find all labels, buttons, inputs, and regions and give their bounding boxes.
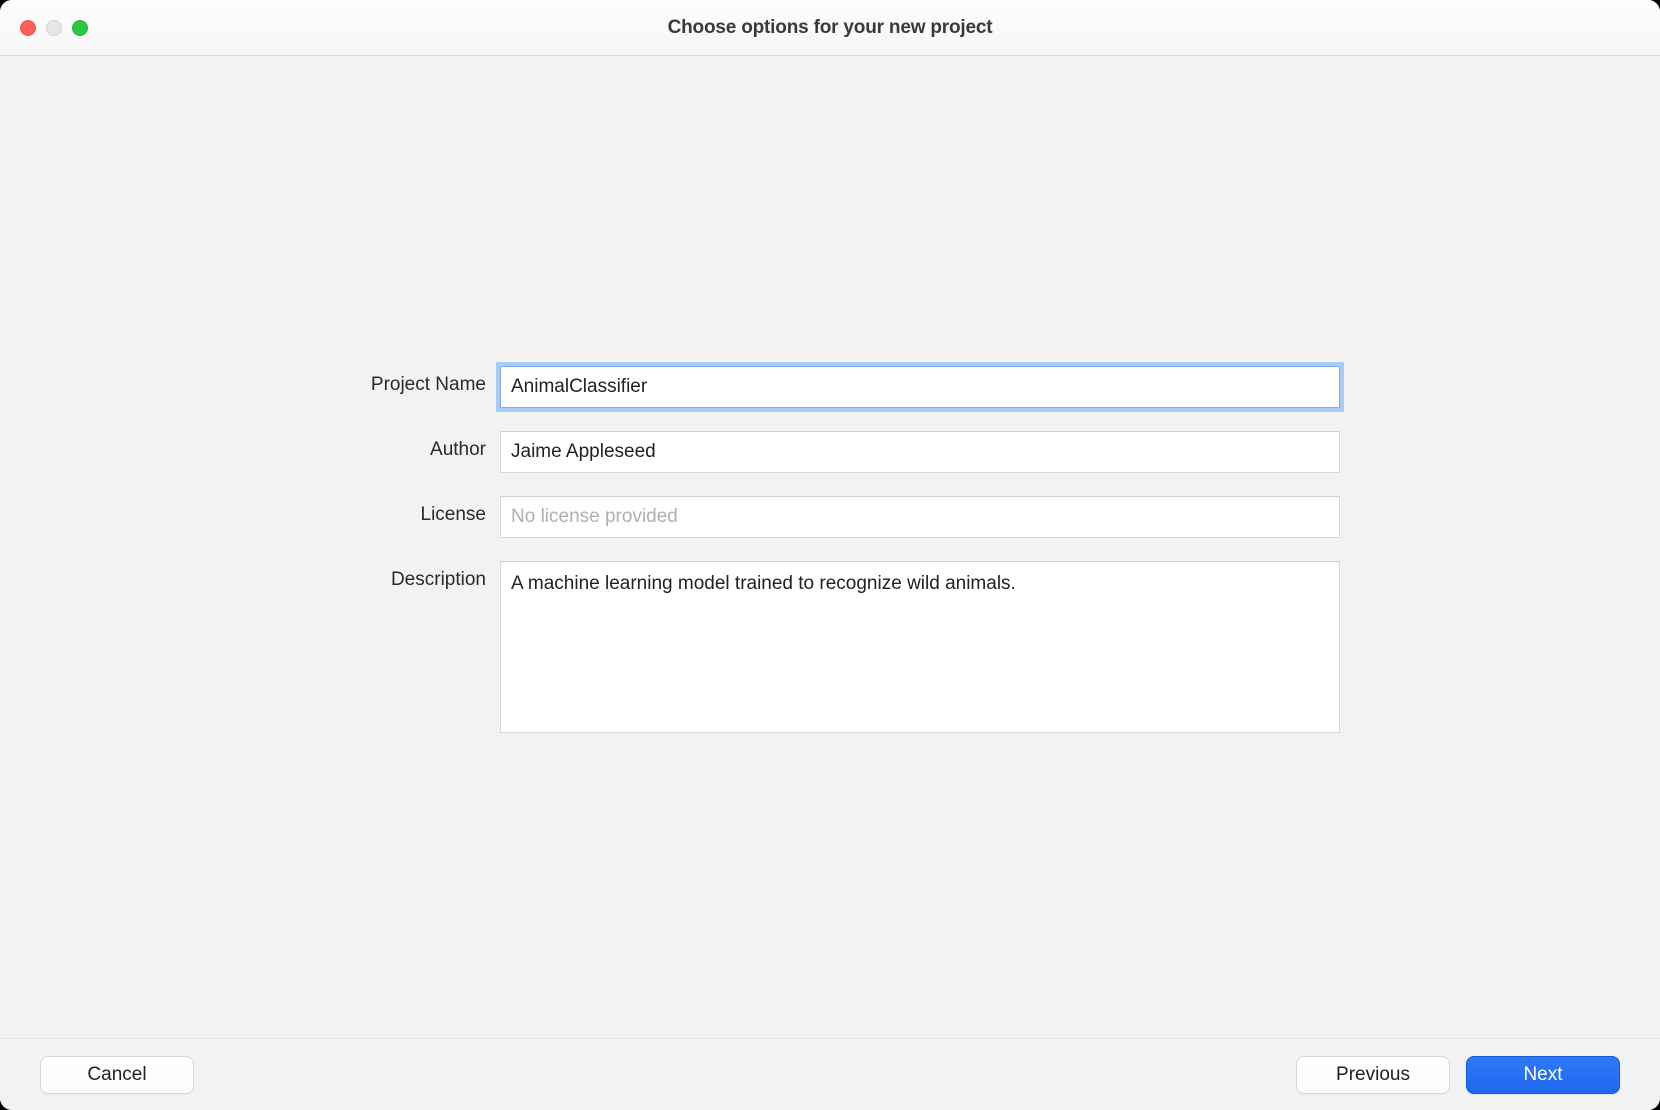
dialog-footer: Cancel Previous Next	[0, 1038, 1660, 1110]
close-window-icon[interactable]	[20, 20, 36, 36]
project-options-form: Project Name Author License Description	[320, 366, 1340, 761]
author-row: Author	[320, 431, 1340, 473]
project-name-label: Project Name	[320, 366, 500, 396]
license-input[interactable]	[500, 496, 1340, 538]
window-title: Choose options for your new project	[0, 17, 1660, 39]
window-controls	[20, 20, 88, 36]
minimize-window-icon	[46, 20, 62, 36]
dialog-content: Project Name Author License Description	[0, 56, 1660, 1038]
license-label: License	[320, 496, 500, 526]
maximize-window-icon[interactable]	[72, 20, 88, 36]
author-input[interactable]	[500, 431, 1340, 473]
license-row: License	[320, 496, 1340, 538]
dialog-window: Choose options for your new project Proj…	[0, 0, 1660, 1110]
titlebar: Choose options for your new project	[0, 0, 1660, 56]
previous-button[interactable]: Previous	[1296, 1056, 1450, 1094]
next-button[interactable]: Next	[1466, 1056, 1620, 1094]
description-input[interactable]	[500, 561, 1340, 733]
cancel-button[interactable]: Cancel	[40, 1056, 194, 1094]
author-label: Author	[320, 431, 500, 461]
project-name-input[interactable]	[500, 366, 1340, 408]
description-row: Description	[320, 561, 1340, 738]
description-label: Description	[320, 561, 500, 591]
project-name-row: Project Name	[320, 366, 1340, 408]
